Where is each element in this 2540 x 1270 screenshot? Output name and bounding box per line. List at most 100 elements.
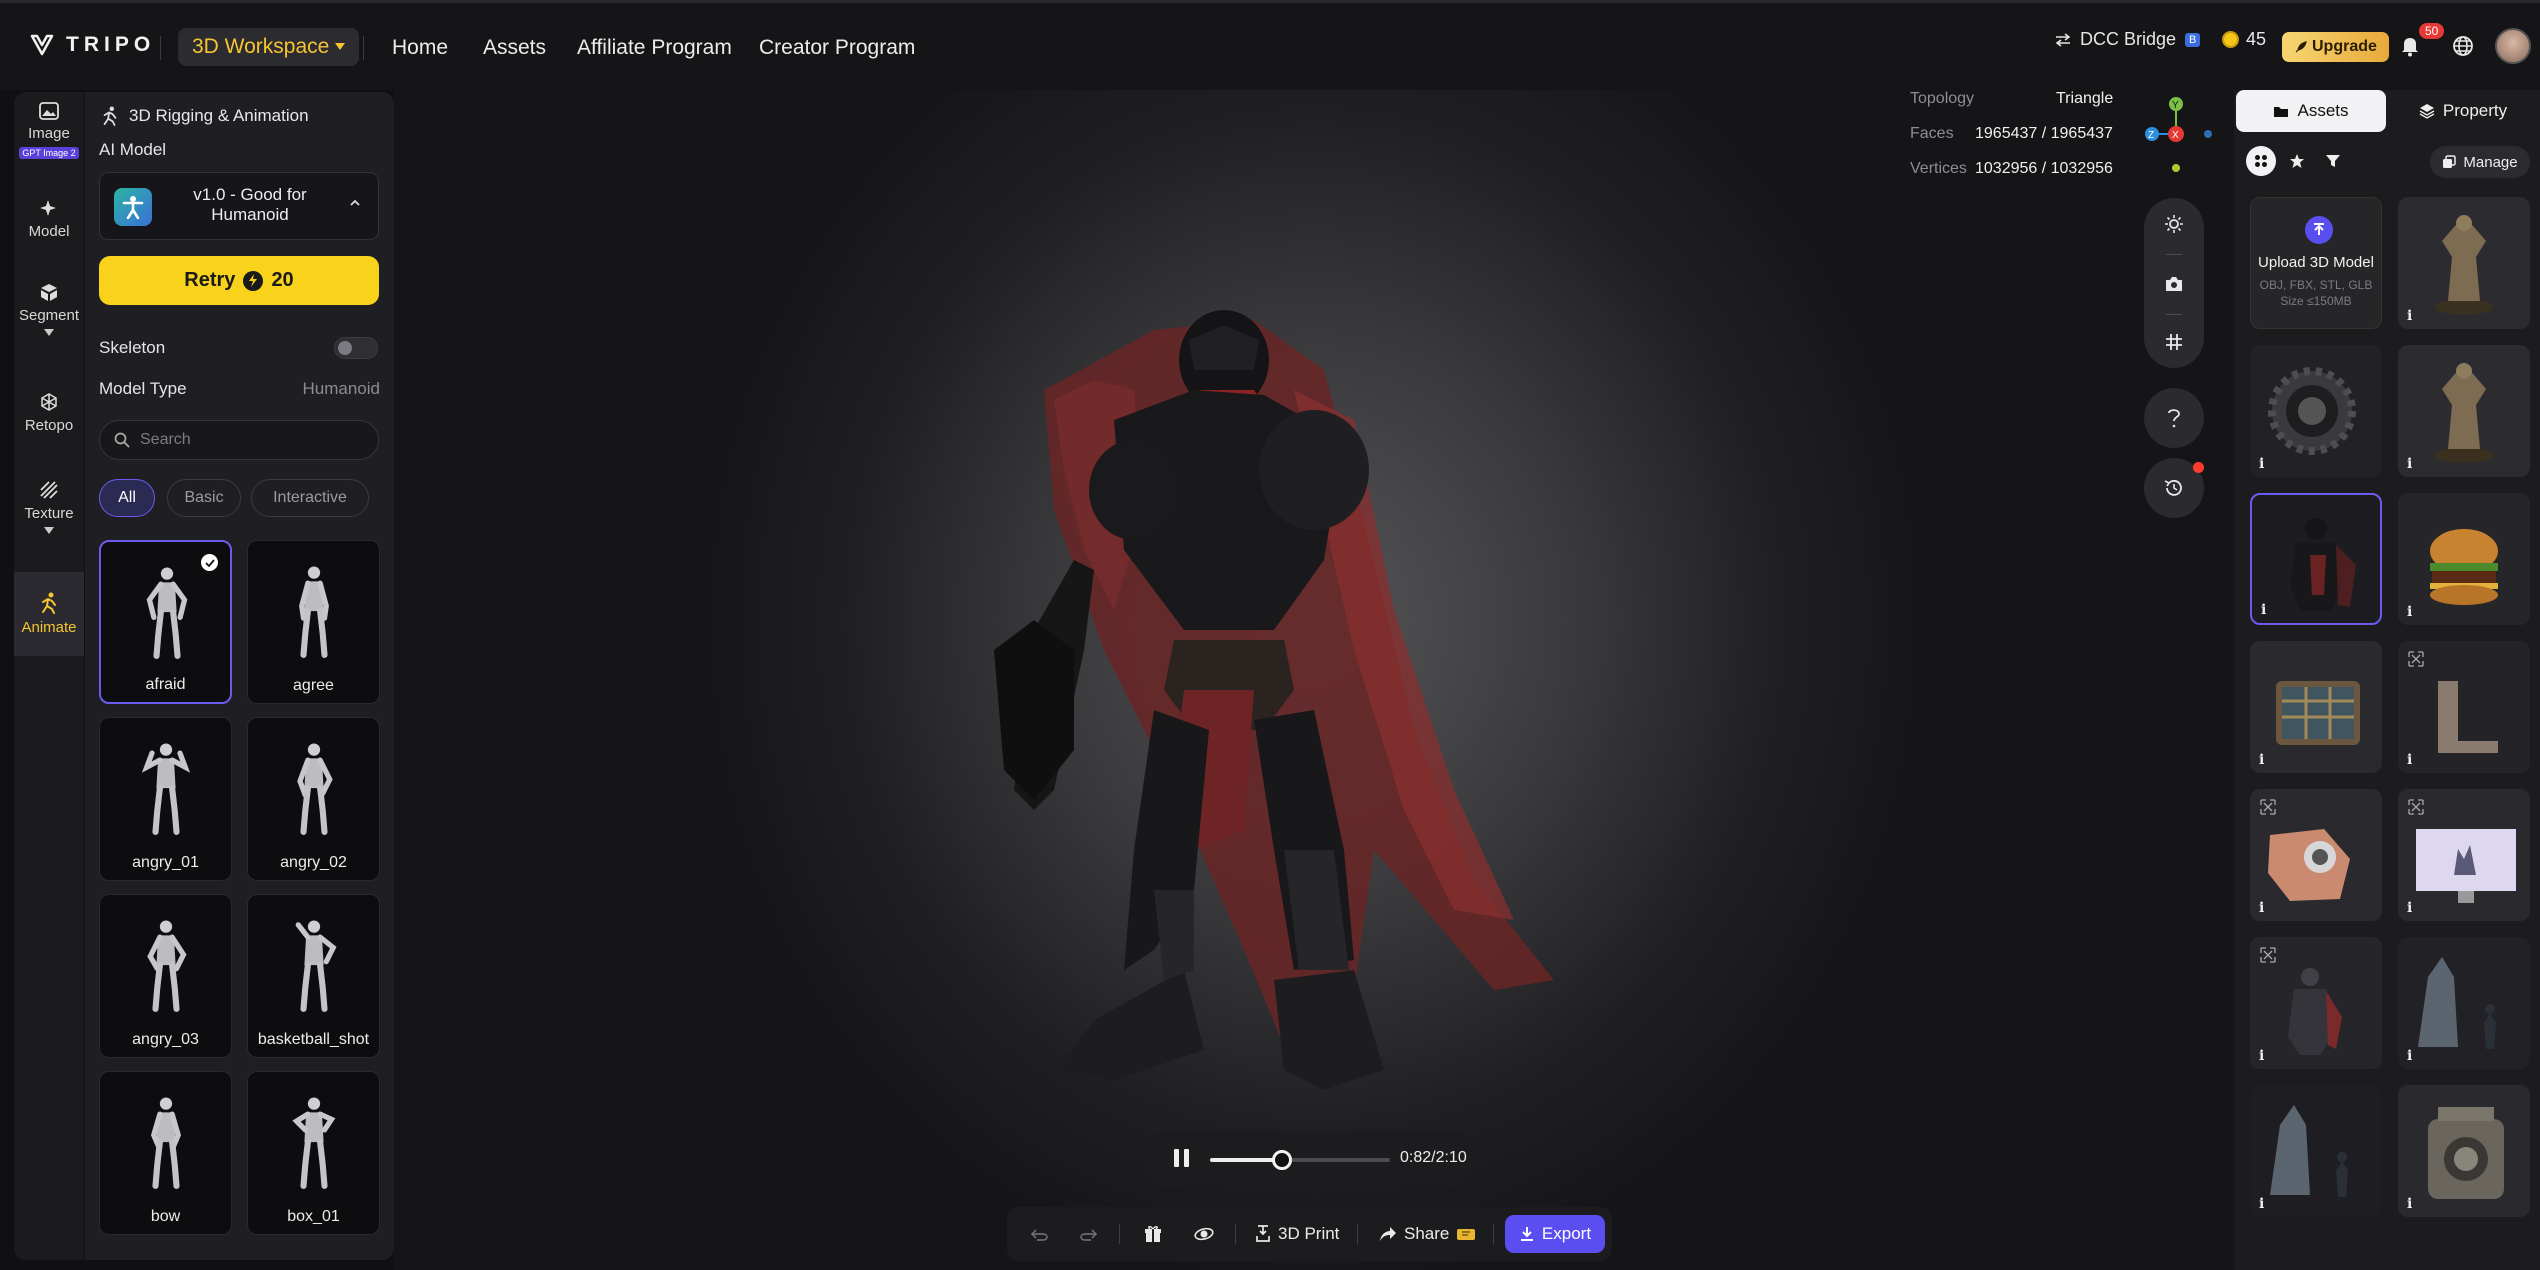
divider [160,36,161,60]
nav-affiliate-program[interactable]: Affiliate Program [577,36,732,60]
rail-item-model[interactable]: Model [14,198,84,254]
info-icon[interactable]: i [2407,456,2412,472]
tab-property[interactable]: Property [2388,90,2538,132]
asset-tile-machine[interactable]: i [2398,1085,2530,1217]
grid-toggle-button[interactable] [2162,330,2186,354]
animation-search[interactable]: Search [99,420,379,460]
skeleton-label: Skeleton [99,338,166,357]
info-icon[interactable]: i [2407,1048,2412,1064]
animation-tile-angry_01[interactable]: angry_01 [99,717,232,881]
armored-knight-model[interactable] [394,90,2234,1270]
rail-item-segment[interactable]: Segment [14,282,84,354]
animation-tile-angry_03[interactable]: angry_03 [99,894,232,1058]
cube-icon [41,284,57,301]
upload-3d-model-tile[interactable]: Upload 3D Model OBJ, FBX, STL, GLB Size … [2250,197,2382,329]
export-button[interactable]: Export [1505,1215,1605,1253]
asset-tile-shark[interactable]: i [2398,937,2530,1069]
nav-assets[interactable]: Assets [483,36,546,60]
credits-display[interactable]: 45 [2222,29,2266,50]
chevron-up-icon [350,199,360,206]
playback-time: 0:82/2:10 [1400,1149,1467,1166]
screenshot-button[interactable] [2162,272,2186,296]
axis-gizmo[interactable]: Y X Z [2138,96,2218,176]
info-icon[interactable]: i [2407,604,2412,620]
workspace-dropdown[interactable]: 3D Workspace [178,28,360,66]
info-icon[interactable]: i [2259,1196,2264,1212]
info-icon[interactable]: i [2407,308,2412,324]
dcc-bridge-button[interactable]: DCC Bridge B [2055,29,2201,50]
rail-item-retopo[interactable]: Retopo [14,392,84,448]
mannequin-figure [141,743,191,835]
animation-tile-bow[interactable]: bow [99,1071,232,1235]
info-icon[interactable]: i [2407,1196,2412,1212]
ar-view-button[interactable] [1193,1207,1215,1261]
favorites-filter-button[interactable] [2282,146,2312,176]
3d-viewport[interactable] [394,90,2234,1270]
retry-button[interactable]: Retry 20 [99,256,379,305]
info-icon[interactable]: i [2407,900,2412,916]
ticket-icon [1457,1229,1476,1240]
asset-tile-burger[interactable]: i [2398,493,2530,625]
mannequin-figure [295,920,337,1012]
undo-icon [1030,1229,1048,1241]
gift-button[interactable] [1144,1207,1162,1261]
notifications-button[interactable] [2400,35,2420,57]
animation-tile-afraid[interactable]: afraid [99,540,232,704]
playback-scrubber[interactable] [1210,1150,1390,1170]
copy-icon [2443,155,2457,168]
asset-tile-knight[interactable]: i [2250,493,2382,625]
caret-down-icon [44,527,54,534]
tab-assets[interactable]: Assets [2236,90,2386,132]
upgrade-button[interactable]: Upgrade [2282,32,2389,62]
info-icon[interactable]: i [2259,900,2264,916]
info-icon[interactable]: i [2261,602,2266,618]
asset-tile-statue[interactable]: i [2398,197,2530,329]
info-icon[interactable]: i [2259,752,2264,768]
pause-button[interactable] [1174,1149,1189,1167]
manage-button[interactable]: Manage [2430,146,2530,178]
skeleton-toggle[interactable] [334,337,378,359]
redo-button[interactable] [1079,1207,1099,1261]
upgrade-label: Upgrade [2312,38,2377,55]
filter-all[interactable]: All [99,479,155,517]
lighting-button[interactable] [2162,212,2186,236]
asset-tile-statue[interactable]: i [2398,345,2530,477]
rail-item-texture[interactable]: Texture [14,480,84,552]
filter-button[interactable] [2318,146,2348,176]
3d-print-button[interactable]: 3D Print [1255,1207,1339,1261]
manage-label: Manage [2463,153,2518,171]
user-avatar[interactable] [2495,28,2531,64]
animation-tile-box_01[interactable]: box_01 [247,1071,380,1235]
undo-button[interactable] [1029,1207,1049,1261]
asset-tile-chest[interactable]: i [2250,641,2382,773]
rail-item-animate[interactable]: Animate [14,572,84,656]
info-icon[interactable]: i [2259,456,2264,472]
language-button[interactable] [2452,35,2474,57]
gpt-image-badge: GPT Image 2 [19,147,79,159]
animation-tile-basketball_shot[interactable]: basketball_shot [247,894,380,1058]
scrubber-handle[interactable] [1272,1150,1292,1170]
info-icon[interactable]: i [2407,752,2412,768]
animation-tile-agree[interactable]: agree [247,540,380,704]
filter-interactive[interactable]: Interactive [251,479,369,517]
asset-tile-screen[interactable]: i [2398,789,2530,921]
asset-tile-hand[interactable]: i [2250,789,2382,921]
nav-home[interactable]: Home [392,36,448,60]
bell-icon [2402,38,2418,57]
ai-model-select[interactable]: v1.0 - Good for Humanoid [99,172,379,240]
rail-item-image[interactable]: Image GPT Image 2 [14,102,84,170]
mannequin-figure [146,567,188,659]
nav-creator-program[interactable]: Creator Program [759,36,915,60]
asset-tile-gear[interactable]: i [2250,345,2382,477]
asset-tile-bracket[interactable]: i [2398,641,2530,773]
asset-tile-knight2[interactable]: i [2250,937,2382,1069]
filter-basic[interactable]: Basic [167,479,241,517]
animation-tile-angry_02[interactable]: angry_02 [247,717,380,881]
asset-tile-shark[interactable]: i [2250,1085,2382,1217]
gizmo-x-label: X [2172,130,2179,141]
view-all-button[interactable] [2246,146,2276,176]
tripo-logo[interactable]: TRIPO [30,33,155,57]
share-button[interactable]: Share [1379,1207,1476,1261]
info-icon[interactable]: i [2259,1048,2264,1064]
help-button[interactable] [2144,388,2204,448]
